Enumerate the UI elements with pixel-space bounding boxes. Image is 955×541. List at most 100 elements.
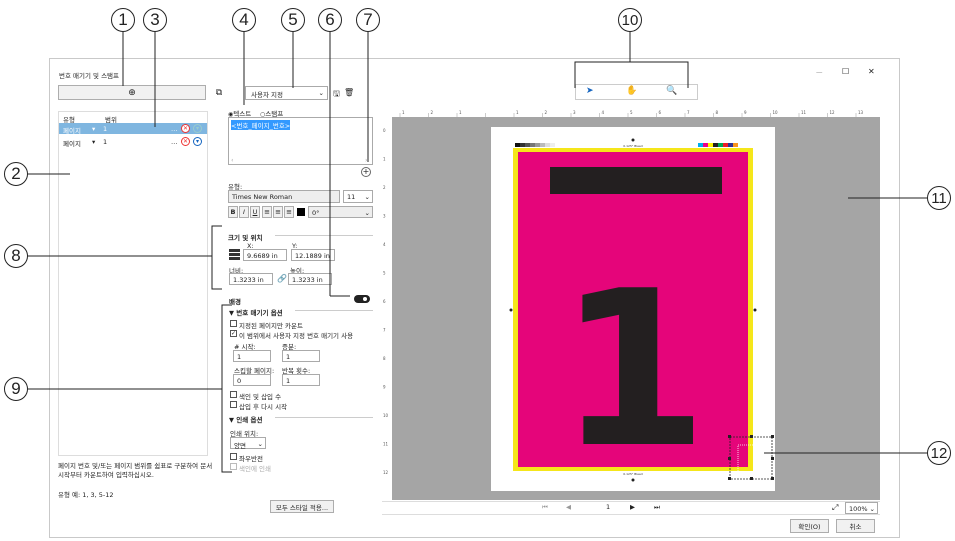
opt-restart-label: 삽입 후 다시 시작 — [239, 403, 288, 411]
checkbox-custom-numbering[interactable]: ✓ — [230, 330, 237, 337]
preview-canvas[interactable]: 1 2 1 1 2 3 4 5 6 7 8 9 10 11 12 13 0123456789101112 1 … — [382, 107, 880, 500]
scroll-left-icon[interactable]: ‹ — [231, 156, 234, 164]
skip-input[interactable]: 0 — [233, 374, 271, 386]
rotation-select[interactable]: 0° ⌄ — [308, 206, 373, 218]
bold-button[interactable]: B — [228, 206, 238, 218]
save-preset-icon[interactable]: 🖫 — [333, 88, 340, 102]
move-down-icon[interactable]: ▾ — [193, 124, 202, 133]
ok-button[interactable]: 확인(O) — [790, 519, 829, 533]
ruler-left: 0123456789101112 — [382, 117, 392, 500]
row-type: 페이지 — [63, 127, 81, 135]
align-left-button[interactable]: ≡ — [262, 206, 272, 218]
x-input[interactable]: 9.6689 in — [243, 249, 287, 261]
opt-tabs-label: 색인 및 삽입 수 — [239, 393, 282, 401]
help-example: 유형 예: 1, 3, 5-12 — [58, 491, 114, 499]
select-tool-icon[interactable]: ➤ — [586, 86, 594, 96]
checkbox-selected-only[interactable] — [230, 320, 237, 327]
delete-icon[interactable]: ✕ — [181, 137, 190, 146]
help-text: 페이지 번호 및/또는 페이지 범위를 쉼표로 구분하여 문서 시작부터 카운트… — [58, 462, 213, 479]
height-input[interactable]: 1.3233 in — [288, 273, 332, 285]
color-patch — [718, 143, 723, 147]
copy-icon: ⧉ — [215, 87, 223, 98]
page-number-big: 1 — [558, 244, 708, 495]
opt-selected-only-label: 지정된 페이지만 카운트 — [239, 322, 303, 330]
row-ellipsis[interactable]: … — [171, 138, 178, 146]
row-range[interactable]: 1 — [103, 138, 107, 146]
ruler-tick-label: 10 — [383, 413, 389, 418]
callout-7: 7 — [356, 8, 380, 32]
page-field[interactable]: 1 — [606, 503, 610, 511]
move-down-icon[interactable]: ▾ — [193, 137, 202, 146]
last-page-icon[interactable]: ⏭ — [654, 503, 660, 512]
callout-3: 3 — [143, 8, 167, 32]
close-button[interactable]: ✕ — [868, 67, 875, 76]
fit-page-icon[interactable]: ⤢ — [832, 503, 838, 513]
ruler-top: 1 2 1 1 2 3 4 5 6 7 8 9 10 11 12 13 — [392, 107, 880, 117]
checkbox-restart[interactable] — [230, 401, 237, 408]
underline-button[interactable]: U — [250, 206, 260, 218]
ruler-tick-label: 11 — [801, 110, 807, 115]
ruler-tick-label: 13 — [858, 110, 864, 115]
apply-all-styles-button[interactable]: 모두 스타일 적용... — [270, 500, 334, 513]
text-value: <번호_페이지_번호> — [231, 120, 291, 130]
zoom-tool-icon[interactable]: 🔍 — [666, 86, 677, 96]
prev-page-icon[interactable]: ◀ — [566, 503, 571, 511]
delete-icon[interactable]: ✕ — [181, 124, 190, 133]
anchor-grid-icon[interactable] — [229, 249, 240, 260]
next-page-icon[interactable]: ▶ — [630, 503, 635, 511]
text-editor[interactable]: <번호_페이지_번호> ‹ › — [228, 117, 373, 165]
checkbox-tab-print[interactable] — [230, 463, 237, 470]
color-patch — [530, 143, 535, 147]
callout-4: 4 — [232, 8, 256, 32]
checkbox-tabs-inserts[interactable] — [230, 391, 237, 398]
increment-input[interactable]: 1 — [282, 350, 320, 362]
print-position-select[interactable]: 양면 ⌄ — [230, 437, 266, 450]
align-center-button[interactable]: ≡ — [273, 206, 283, 218]
cancel-button[interactable]: 취소 — [836, 519, 875, 533]
lock-ratio-icon[interactable]: 🔗 — [277, 274, 287, 283]
ruler-tick-label: 12 — [830, 110, 836, 115]
row-range[interactable]: 1 — [103, 125, 107, 133]
opt-custom-label: 이 범위에서 사용자 지정 번호 매기기 사용 — [239, 332, 354, 340]
color-patch — [540, 143, 545, 147]
row-type-dropdown[interactable]: ▾ — [92, 125, 95, 133]
font-size-select[interactable]: 11 ⌄ — [343, 190, 373, 203]
first-page-icon[interactable]: ⏮ — [542, 503, 548, 512]
callout-11: 11 — [927, 186, 951, 210]
width-input[interactable]: 1.3233 in — [229, 273, 273, 285]
callout-1: 1 — [111, 8, 135, 32]
scroll-right-icon[interactable]: › — [365, 156, 368, 164]
add-field-button[interactable]: + — [361, 167, 371, 177]
color-patch — [708, 143, 713, 147]
preset-select[interactable]: 사용자 지정 ⌄ — [245, 86, 328, 100]
color-patch — [515, 143, 520, 147]
font-select[interactable]: Times New Roman — [228, 190, 340, 203]
row-ellipsis[interactable]: … — [171, 125, 178, 133]
add-range-button[interactable]: ⊕ — [58, 85, 206, 100]
text-color-swatch[interactable] — [297, 208, 305, 216]
delete-preset-icon[interactable]: 🗑 — [344, 88, 354, 97]
repeat-input[interactable]: 1 — [282, 374, 320, 386]
plus-circle-icon: ⊕ — [128, 87, 136, 98]
opt-tab-print-label: 색인에 인쇄 — [239, 465, 271, 473]
hand-tool-icon[interactable]: ✋ — [626, 86, 637, 96]
size-position-title: 크기 및 위치 — [228, 234, 263, 242]
background-toggle[interactable] — [354, 295, 370, 303]
ranges-table: 유형 범위 페이지 ▾ 1 … ✕ ▾ 페이지 ▾ 1 … ✕ ▾ — [58, 111, 208, 456]
color-patch — [545, 143, 550, 147]
callout-9: 9 — [4, 377, 28, 401]
crop-label-bottom: 0.125" Bleed — [623, 472, 643, 476]
zoom-select[interactable]: 100% ⌄ — [845, 502, 878, 514]
y-input[interactable]: 12.1889 in — [291, 249, 335, 261]
duplicate-range-button[interactable]: ⧉ — [209, 85, 229, 100]
italic-button[interactable]: I — [239, 206, 249, 218]
print-options-title[interactable]: ▼ 인쇄 옵션 — [229, 414, 262, 424]
numbering-options-title[interactable]: ▼ 번호 매기기 옵션 — [229, 307, 283, 317]
color-patch — [728, 143, 733, 147]
start-input[interactable]: 1 — [233, 350, 271, 362]
checkbox-mirror[interactable] — [230, 453, 237, 460]
maximize-button[interactable]: ☐ — [842, 67, 849, 76]
align-right-button[interactable]: ≡ — [284, 206, 294, 218]
row-type-dropdown[interactable]: ▾ — [92, 138, 95, 146]
minimize-button[interactable]: — — [816, 68, 823, 76]
